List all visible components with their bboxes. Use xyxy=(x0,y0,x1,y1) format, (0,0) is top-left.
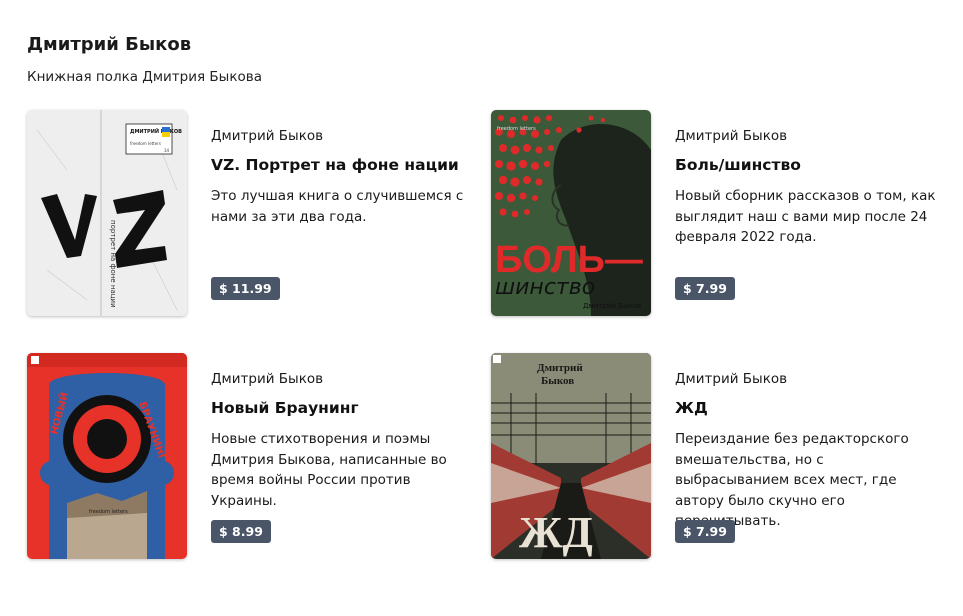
svg-text:Дмитрий: Дмитрий xyxy=(537,362,583,374)
book-title-link[interactable]: VZ. Портрет на фоне нации xyxy=(211,156,459,174)
book-cover-vz[interactable]: ДМИТРИЙ БЫКОВ freedom letters 34 портрет… xyxy=(27,110,187,316)
cover-art-bolshinstvo: freedom letters БОЛЬ— шинство Дмитрий Бы… xyxy=(491,110,651,316)
cover-art-zhd: Дмитрий Быков ЖД xyxy=(491,353,651,559)
price-button[interactable]: $ 8.99 xyxy=(211,520,271,543)
page-subtitle: Книжная полка Дмитрия Быкова xyxy=(27,69,262,85)
book-title-link[interactable]: ЖД xyxy=(675,399,708,417)
book-title-link[interactable]: Боль/шинство xyxy=(675,156,801,174)
book-author: Дмитрий Быков xyxy=(211,128,324,144)
book-cover-zhd[interactable]: Дмитрий Быков ЖД xyxy=(491,353,651,559)
book-author: Дмитрий Быков xyxy=(675,128,788,144)
price-button[interactable]: $ 7.99 xyxy=(675,277,735,300)
book-card-zhd[interactable]: Дмитрий Быков ЖД Дмитрий Быков ЖД Переиз… xyxy=(491,353,931,563)
cover-art-novyi-brauning: К НОВЫЙ БРАУНИНГ freedom letters xyxy=(27,353,187,559)
book-card-bolshinstvo[interactable]: freedom letters БОЛЬ— шинство Дмитрий Бы… xyxy=(491,110,936,320)
svg-text:ЖД: ЖД xyxy=(519,508,593,557)
page-title: Дмитрий Быков xyxy=(27,34,192,55)
svg-text:34: 34 xyxy=(164,148,170,153)
book-cover-novyi-brauning[interactable]: К НОВЫЙ БРАУНИНГ freedom letters xyxy=(27,353,187,559)
book-description: Это лучшая книга о случившемся с нами за… xyxy=(211,188,464,225)
book-title-link[interactable]: Новый Браунинг xyxy=(211,399,359,417)
cover-art-vz: ДМИТРИЙ БЫКОВ freedom letters 34 портрет… xyxy=(27,110,187,316)
book-description: Новый сборник рассказов о том, как выгля… xyxy=(675,188,936,245)
book-card-novyi-brauning[interactable]: К НОВЫЙ БРАУНИНГ freedom letters Дмитрий… xyxy=(27,353,467,563)
svg-text:ДМИТРИЙ БЫКОВ: ДМИТРИЙ БЫКОВ xyxy=(130,127,182,135)
price-button[interactable]: $ 7.99 xyxy=(675,520,735,543)
svg-text:портрет на фоне нации: портрет на фоне нации xyxy=(109,220,117,308)
svg-text:Дмитрий Быков: Дмитрий Быков xyxy=(583,302,641,310)
svg-text:freedom letters: freedom letters xyxy=(89,509,128,515)
svg-text:freedom letters: freedom letters xyxy=(130,141,161,146)
book-description: Переиздание без редакторского вмешательс… xyxy=(675,431,909,529)
svg-text:шинство: шинство xyxy=(495,275,595,300)
book-author: Дмитрий Быков xyxy=(675,371,788,387)
book-cover-bolshinstvo[interactable]: freedom letters БОЛЬ— шинство Дмитрий Бы… xyxy=(491,110,651,316)
svg-text:freedom letters: freedom letters xyxy=(497,126,536,132)
book-card-vz[interactable]: ДМИТРИЙ БЫКОВ freedom letters 34 портрет… xyxy=(27,110,467,320)
book-description: Новые стихотворения и поэмы Дмитрия Быко… xyxy=(211,431,447,509)
price-button[interactable]: $ 11.99 xyxy=(211,277,280,300)
book-author: Дмитрий Быков xyxy=(211,371,324,387)
svg-text:Быков: Быков xyxy=(541,375,574,387)
